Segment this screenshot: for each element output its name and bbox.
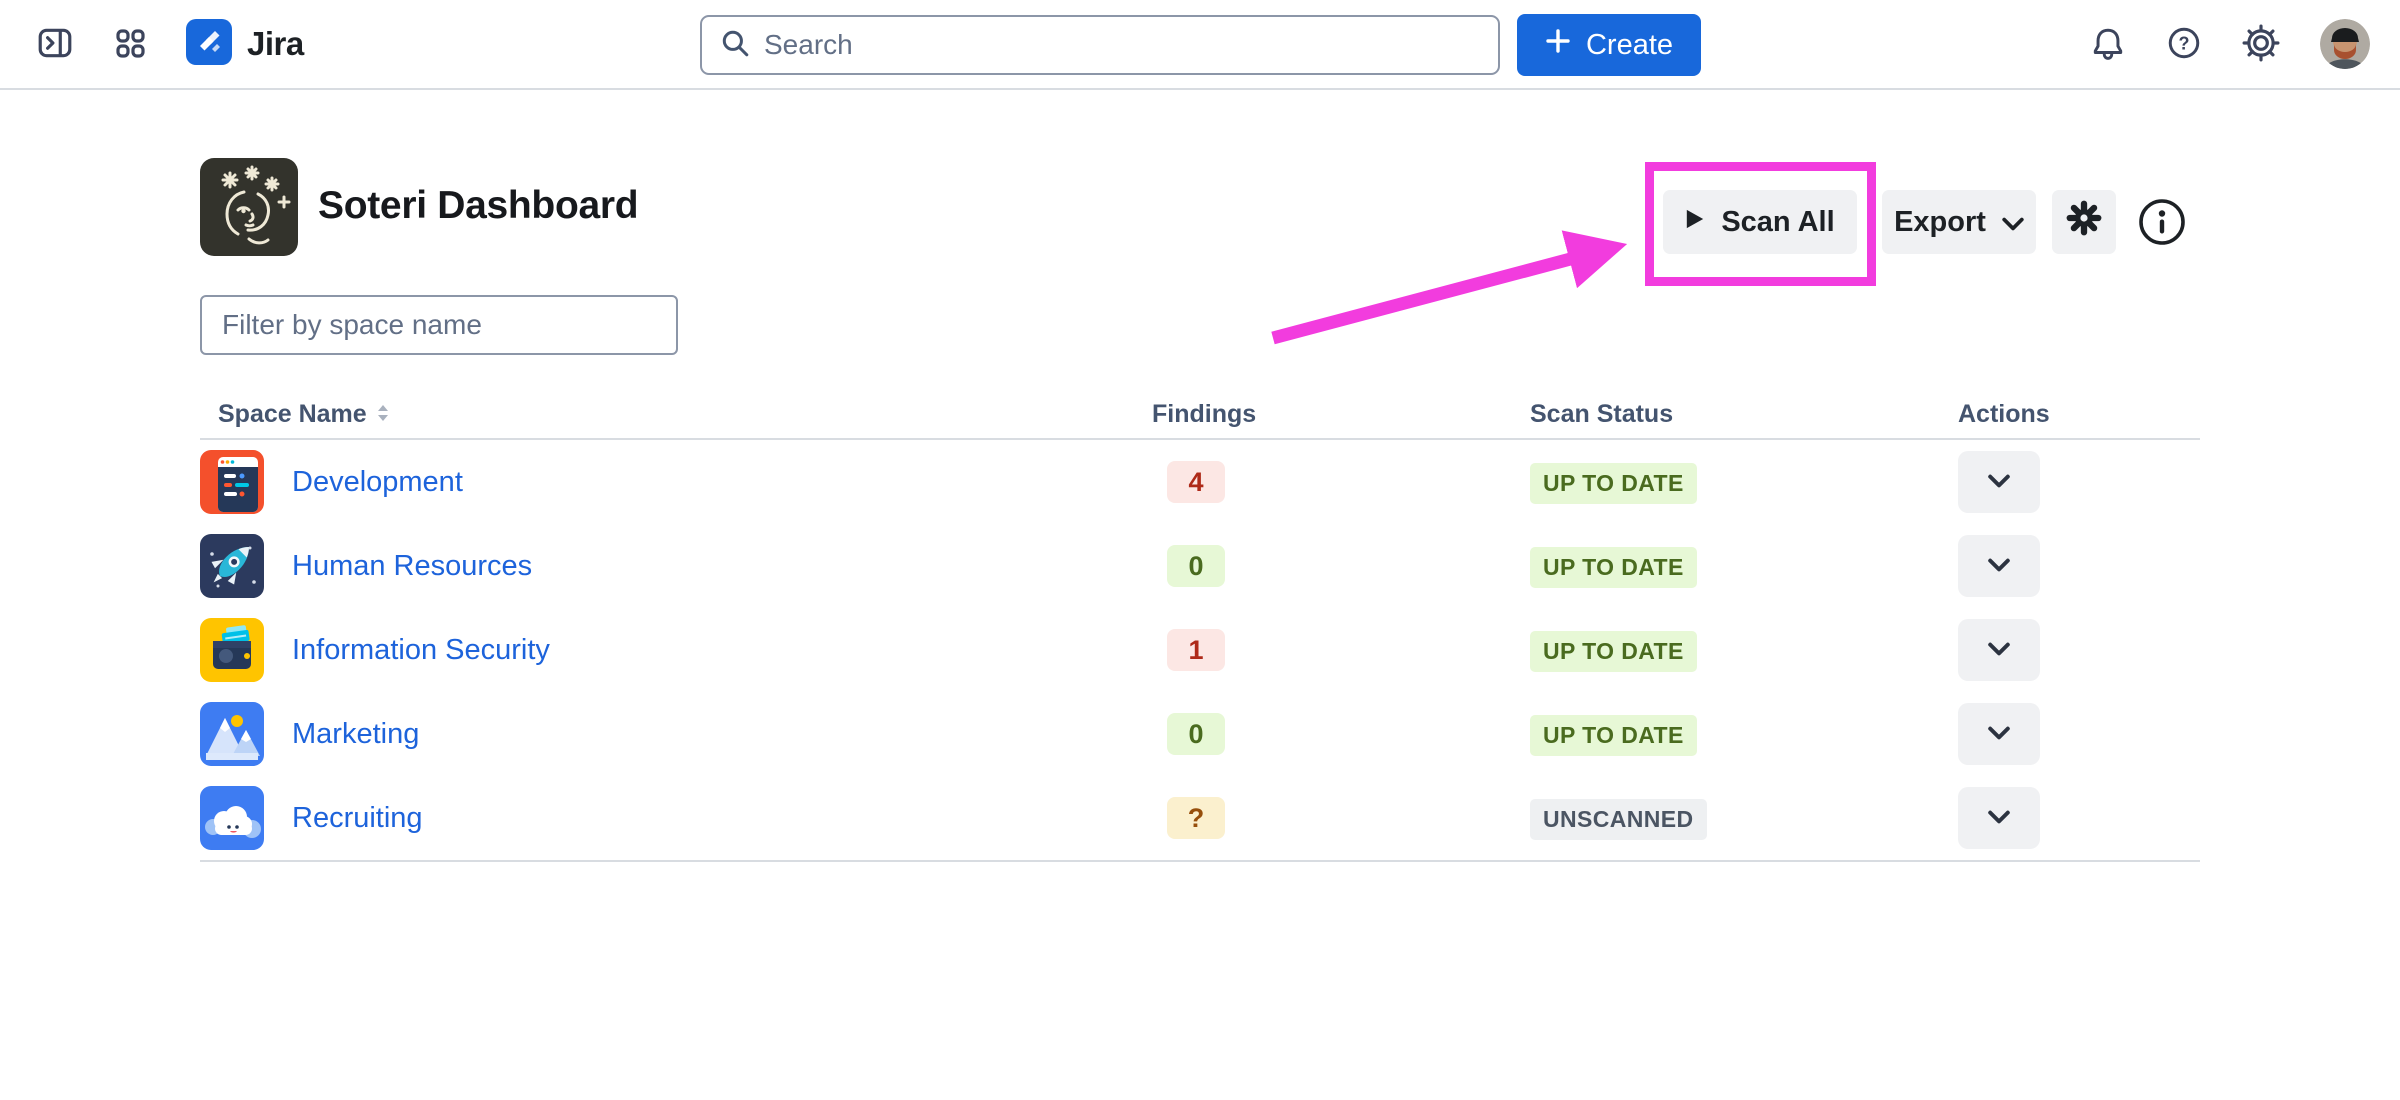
svg-text:?: ? [2179,33,2190,53]
search-input[interactable] [764,29,1480,61]
chevron-down-icon [1988,642,2010,659]
notifications-button[interactable] [2090,25,2126,64]
question-circle-icon: ? [2166,25,2202,64]
chevron-down-icon [1988,474,2010,491]
spaces-table: Space Name Findings Scan Status Actions [200,396,2200,862]
scan-status-badge: UP TO DATE [1530,463,1697,504]
space-link-information-security[interactable]: Information Security [292,634,550,667]
findings-badge: 0 [1167,545,1225,587]
search-icon [720,28,750,63]
chevron-down-icon [2002,206,2024,239]
table-row-recruiting: Recruiting ? UNSCANNED [200,776,2200,860]
table-row-information-security: Information Security 1 UP TO DATE [200,608,2200,692]
space-link-development[interactable]: Development [292,466,463,499]
space-link-marketing[interactable]: Marketing [292,718,419,751]
info-button[interactable] [2136,196,2188,248]
sort-icon [377,400,389,429]
sidebar-toggle-icon [36,24,74,65]
row-actions-dropdown-button[interactable] [1958,535,2040,597]
jira-home-link[interactable]: Jira [186,19,304,70]
gear-icon [2242,24,2280,65]
scan-all-button[interactable]: Scan All [1663,190,1857,254]
app-switcher-button[interactable] [112,25,148,64]
space-link-recruiting[interactable]: Recruiting [292,802,423,835]
row-actions-dropdown-button[interactable] [1958,619,2040,681]
space-filter-input[interactable] [200,295,678,355]
findings-badge: 0 [1167,713,1225,755]
table-row-development: Development 4 UP TO DATE [200,440,2200,524]
annotation-arrow [1240,218,1660,363]
column-header-actions: Actions [1958,400,2050,429]
plus-icon [1545,28,1571,62]
row-actions-dropdown-button[interactable] [1958,703,2040,765]
row-actions-dropdown-button[interactable] [1958,787,2040,849]
help-button[interactable]: ? [2166,25,2202,64]
top-navigation-bar: Jira Create [0,0,2400,90]
findings-badge: 1 [1167,629,1225,671]
chevron-down-icon [1988,726,2010,743]
space-link-human-resources[interactable]: Human Resources [292,550,532,583]
scan-status-badge: UP TO DATE [1530,547,1697,588]
dashboard-settings-button[interactable] [2052,190,2116,254]
chevron-down-icon [1988,810,2010,827]
jira-logo-icon [186,19,232,70]
soteri-app-logo [200,158,298,256]
play-icon [1685,206,1705,239]
scan-all-label: Scan All [1721,206,1834,239]
user-avatar[interactable] [2320,19,2370,69]
table-header-row: Space Name Findings Scan Status Actions [200,396,2200,440]
export-button[interactable]: Export [1882,190,2036,254]
space-icon-human-resources [200,534,264,598]
scan-status-badge: UP TO DATE [1530,715,1697,756]
app-name: Jira [247,25,304,63]
info-circle-icon [2136,236,2188,251]
column-header-space-name[interactable]: Space Name [218,400,389,429]
export-label: Export [1894,206,1986,239]
space-icon-development [200,450,264,514]
bell-icon [2090,25,2126,64]
row-actions-dropdown-button[interactable] [1958,451,2040,513]
column-header-scan-status: Scan Status [1530,400,1673,429]
create-button-label: Create [1586,29,1673,62]
space-name-header-label: Space Name [218,400,367,429]
scan-status-badge: UNSCANNED [1530,799,1707,840]
settings-nav-button[interactable] [2242,24,2280,65]
table-row-marketing: Marketing 0 UP TO DATE [200,692,2200,776]
global-search[interactable] [700,15,1500,75]
chevron-down-icon [1988,558,2010,575]
sidebar-toggle-button[interactable] [36,24,74,65]
space-icon-marketing [200,702,264,766]
space-icon-recruiting [200,786,264,850]
findings-badge: ? [1167,797,1225,839]
findings-badge: 4 [1167,461,1225,503]
page-title: Soteri Dashboard [318,184,638,228]
gear-filled-icon [2065,199,2103,245]
scan-status-badge: UP TO DATE [1530,631,1697,672]
table-row-human-resources: Human Resources 0 UP TO DATE [200,524,2200,608]
space-icon-information-security [200,618,264,682]
app-grid-icon [112,25,148,64]
column-header-findings: Findings [1152,400,1256,429]
create-button[interactable]: Create [1517,14,1701,76]
